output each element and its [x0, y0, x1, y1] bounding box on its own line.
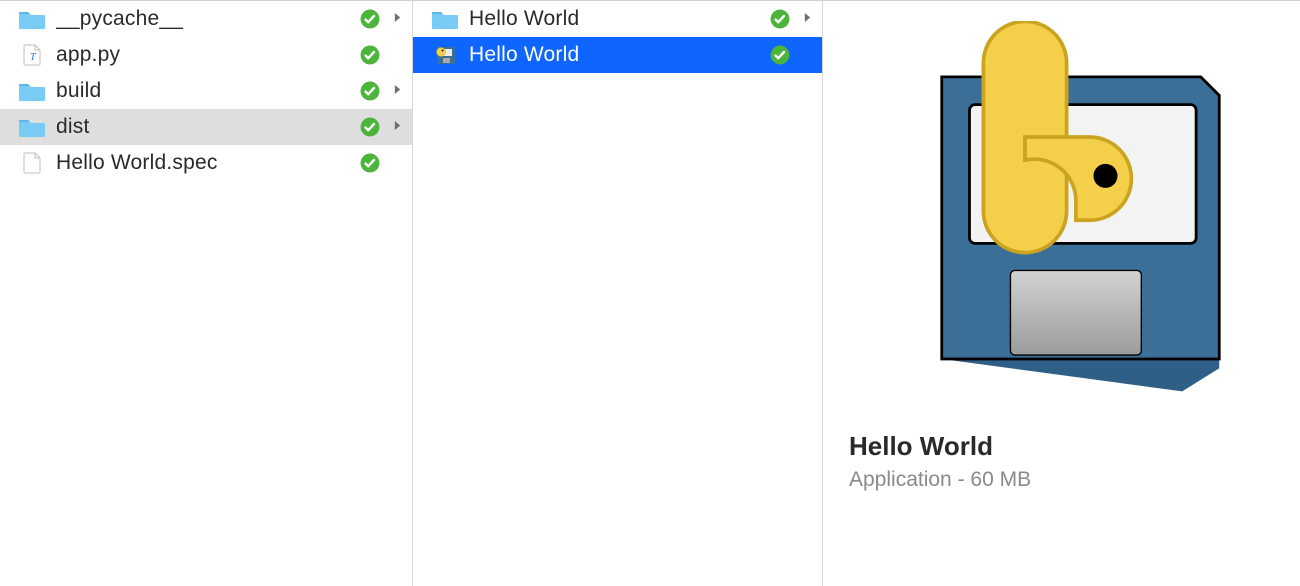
file-row-selected[interactable]: dist: [0, 109, 412, 145]
chevron-right-icon: [800, 10, 814, 28]
preview-app-icon: [872, 21, 1252, 401]
file-row[interactable]: Hello World: [413, 1, 822, 37]
file-name-label: build: [56, 79, 350, 103]
file-name-label: Hello World.spec: [56, 151, 350, 175]
sync-status-icon: [360, 9, 380, 29]
preview-panel: Hello World Application - 60 MB: [823, 1, 1300, 586]
column-2: Hello World Hello World: [413, 1, 823, 586]
column-1: __pycache__ app.py build dist Hello Worl…: [0, 1, 413, 586]
sync-status-icon: [360, 81, 380, 101]
python-file-icon: [18, 43, 46, 67]
chevron-right-icon: [390, 10, 404, 28]
file-row-selected[interactable]: Hello World: [413, 37, 822, 73]
blank-file-icon: [18, 151, 46, 175]
file-name-label: __pycache__: [56, 7, 350, 31]
file-row[interactable]: Hello World.spec: [0, 145, 412, 181]
file-name-label: dist: [56, 115, 350, 139]
preview-separator: -: [952, 468, 971, 491]
file-name-label: Hello World: [469, 7, 760, 31]
preview-kind: Application: [849, 468, 952, 491]
sync-status-icon: [770, 45, 790, 65]
file-row[interactable]: build: [0, 73, 412, 109]
file-name-label: app.py: [56, 43, 350, 67]
folder-icon: [18, 79, 46, 103]
chevron-right-icon: [390, 82, 404, 100]
preview-size: 60 MB: [970, 468, 1031, 491]
preview-subtitle: Application - 60 MB: [849, 468, 1276, 492]
folder-icon: [431, 7, 459, 31]
file-name-label: Hello World: [469, 43, 760, 67]
finder-column-view: __pycache__ app.py build dist Hello Worl…: [0, 0, 1300, 586]
folder-icon: [18, 7, 46, 31]
chevron-right-icon: [390, 118, 404, 136]
file-row[interactable]: app.py: [0, 37, 412, 73]
sync-status-icon: [770, 9, 790, 29]
app-icon: [431, 43, 459, 67]
sync-status-icon: [360, 153, 380, 173]
preview-title: Hello World: [849, 431, 1276, 462]
sync-status-icon: [360, 45, 380, 65]
file-row[interactable]: __pycache__: [0, 1, 412, 37]
folder-icon: [18, 115, 46, 139]
sync-status-icon: [360, 117, 380, 137]
